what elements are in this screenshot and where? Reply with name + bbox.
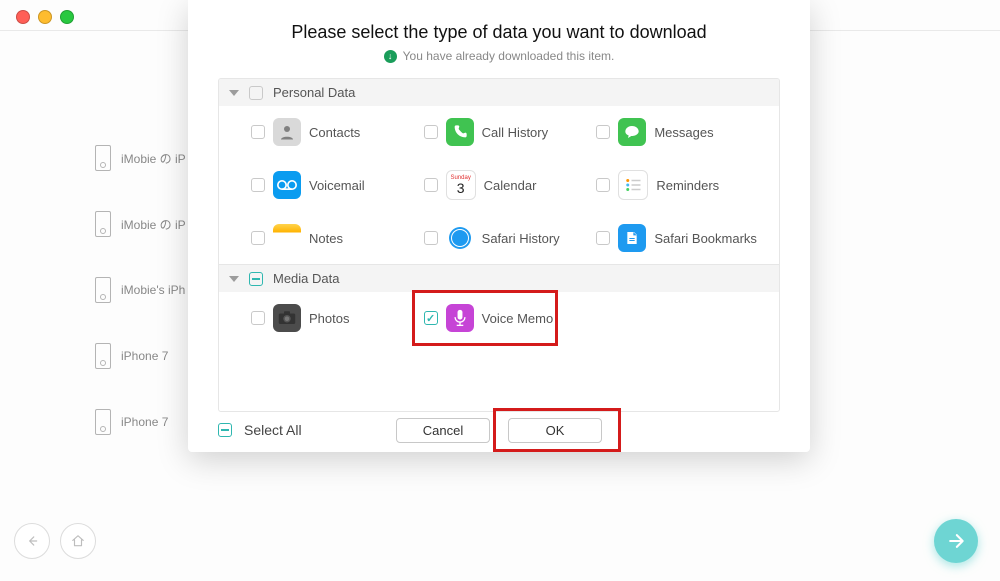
checkbox[interactable]: [596, 231, 610, 245]
modal-subtitle: ↓ You have already downloaded this item.: [384, 49, 615, 63]
item-label: Reminders: [656, 178, 719, 193]
arrow-left-icon: [25, 534, 39, 548]
device-label: iMobie の iP: [121, 216, 186, 233]
item-label: Voice Memo: [482, 311, 554, 326]
footer-buttons: Cancel OK: [396, 418, 602, 443]
checkbox-personal-group[interactable]: [249, 86, 263, 100]
phone-icon: [95, 145, 111, 171]
device-label: iPhone 7: [121, 415, 168, 429]
nav-buttons: [14, 523, 96, 559]
item-messages[interactable]: Messages: [596, 118, 769, 146]
checkbox[interactable]: [251, 311, 265, 325]
camera-icon: [273, 304, 301, 332]
group-label: Personal Data: [273, 85, 355, 100]
checkbox[interactable]: [424, 178, 438, 192]
phone-icon: [95, 409, 111, 435]
reminders-icon: [618, 170, 648, 200]
phone-icon: [95, 277, 111, 303]
checkbox[interactable]: [596, 125, 610, 139]
data-type-list: Personal Data Contacts Call History: [218, 78, 780, 412]
item-voicemail[interactable]: Voicemail: [251, 170, 424, 200]
calendar-day: 3: [457, 181, 465, 195]
checkbox[interactable]: [596, 178, 610, 192]
item-calendar[interactable]: Sunday 3 Calendar: [424, 170, 597, 200]
modal-title: Please select the type of data you want …: [188, 22, 810, 43]
checkbox[interactable]: [251, 231, 265, 245]
media-items-grid: Photos Voice Memo: [219, 292, 779, 344]
microphone-icon: [446, 304, 474, 332]
item-photos[interactable]: Photos: [251, 304, 424, 332]
close-icon[interactable]: [16, 10, 30, 24]
device-label: iPhone 7: [121, 349, 168, 363]
arrow-right-icon: [946, 531, 966, 551]
ok-label: OK: [546, 423, 565, 438]
window-controls: [16, 10, 74, 24]
checkbox[interactable]: [424, 231, 438, 245]
next-button[interactable]: [934, 519, 978, 563]
calendar-icon: Sunday 3: [446, 170, 476, 200]
messages-icon: [618, 118, 646, 146]
zoom-icon[interactable]: [60, 10, 74, 24]
item-call-history[interactable]: Call History: [424, 118, 597, 146]
modal-footer: Select All Cancel OK: [188, 412, 810, 452]
safari-bookmarks-icon: [618, 224, 646, 252]
item-reminders[interactable]: Reminders: [596, 170, 769, 200]
cancel-label: Cancel: [423, 423, 463, 438]
caret-down-icon: [229, 90, 239, 96]
checkbox-select-all[interactable]: [218, 423, 232, 437]
group-header-personal[interactable]: Personal Data: [219, 79, 779, 106]
ok-wrapper: OK: [508, 418, 602, 443]
modal-subtitle-text: You have already downloaded this item.: [403, 49, 615, 63]
notes-icon: [273, 224, 301, 252]
device-label: iMobie's iPh: [121, 283, 185, 297]
item-label: Messages: [654, 125, 713, 140]
phone-icon: [95, 211, 111, 237]
group-header-media[interactable]: Media Data: [219, 264, 779, 292]
item-notes[interactable]: Notes: [251, 224, 424, 252]
modal-header: Please select the type of data you want …: [188, 0, 810, 64]
item-label: Contacts: [309, 125, 360, 140]
item-label: Voicemail: [309, 178, 365, 193]
data-select-modal: Please select the type of data you want …: [188, 0, 810, 452]
item-label: Calendar: [484, 178, 537, 193]
cancel-button[interactable]: Cancel: [396, 418, 490, 443]
phone-icon: [446, 118, 474, 146]
download-complete-icon: ↓: [384, 50, 397, 63]
checkbox[interactable]: [424, 311, 438, 325]
item-voice-memo[interactable]: Voice Memo: [424, 304, 597, 332]
home-icon: [71, 534, 85, 548]
checkbox-media-group[interactable]: [249, 272, 263, 286]
group-label: Media Data: [273, 271, 339, 286]
checkbox[interactable]: [251, 178, 265, 192]
personal-items-grid: Contacts Call History Messages: [219, 106, 779, 264]
device-label: iMobie の iP: [121, 150, 186, 167]
item-label: Safari History: [482, 231, 560, 246]
item-label: Safari Bookmarks: [654, 231, 757, 246]
safari-history-icon: [446, 224, 474, 252]
minimize-icon[interactable]: [38, 10, 52, 24]
checkbox[interactable]: [424, 125, 438, 139]
caret-down-icon: [229, 276, 239, 282]
phone-icon: [95, 343, 111, 369]
ok-button[interactable]: OK: [508, 418, 602, 443]
item-contacts[interactable]: Contacts: [251, 118, 424, 146]
home-button[interactable]: [60, 523, 96, 559]
select-all-toggle[interactable]: Select All: [218, 422, 302, 438]
item-label: Call History: [482, 125, 548, 140]
item-label: Notes: [309, 231, 343, 246]
contacts-icon: [273, 118, 301, 146]
item-safari-bookmarks[interactable]: Safari Bookmarks: [596, 224, 769, 252]
item-safari-history[interactable]: Safari History: [424, 224, 597, 252]
item-label: Photos: [309, 311, 349, 326]
checkbox[interactable]: [251, 125, 265, 139]
voicemail-icon: [273, 171, 301, 199]
back-button[interactable]: [14, 523, 50, 559]
select-all-label: Select All: [244, 422, 302, 438]
